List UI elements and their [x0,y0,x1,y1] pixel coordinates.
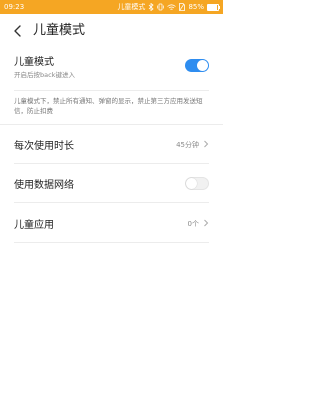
divider [14,242,209,243]
mobile-data-row[interactable]: 使用数据网络 [0,166,223,200]
wifi-icon [167,3,177,11]
divider [14,163,209,164]
page-title: 儿童模式 [33,23,86,38]
app-header: 儿童模式 [0,14,223,48]
mobile-data-toggle[interactable] [185,177,209,190]
chevron-right-icon [204,140,209,148]
status-time: 09:23 [4,3,25,11]
kids-apps-row[interactable]: 儿童应用 0个 [0,206,223,240]
toggle-knob [197,60,208,71]
back-chevron-icon[interactable] [10,23,26,39]
kids-mode-row[interactable]: 儿童模式 开启后按back键进入 [0,48,223,88]
battery-icon [207,3,220,11]
kids-apps-count: 0个 [187,220,199,228]
no-sim-icon [179,3,186,11]
usage-time-value: 45分钟 [176,141,199,149]
section-divider [0,124,223,125]
kids-mode-label: 儿童模式 [14,57,54,68]
status-mode-label: 儿童模式 [117,3,146,11]
mobile-data-label: 使用数据网络 [14,180,74,191]
usage-time-label: 每次使用时长 [14,141,74,152]
kids-apps-label: 儿童应用 [14,220,54,231]
chevron-right-icon [204,219,209,227]
divider [14,90,209,91]
kids-mode-subtitle: 开启后按back键进入 [14,71,75,79]
kids-mode-description: 儿童模式下，禁止所有通知、弹窗的显示，禁止第三方应用发送短信，防止扣费 [14,97,203,115]
bluetooth-icon [148,3,155,11]
battery-fill [208,4,217,10]
divider [14,202,209,203]
usage-time-row[interactable]: 每次使用时长 45分钟 [0,127,223,161]
battery-percent: 85% [188,3,204,11]
status-bar: 09:23 儿童模式 85% [0,0,223,14]
kids-mode-toggle[interactable] [185,59,209,72]
status-icons: 儿童模式 85% [117,0,220,14]
vibrate-icon [157,3,165,11]
toggle-knob [186,178,197,189]
